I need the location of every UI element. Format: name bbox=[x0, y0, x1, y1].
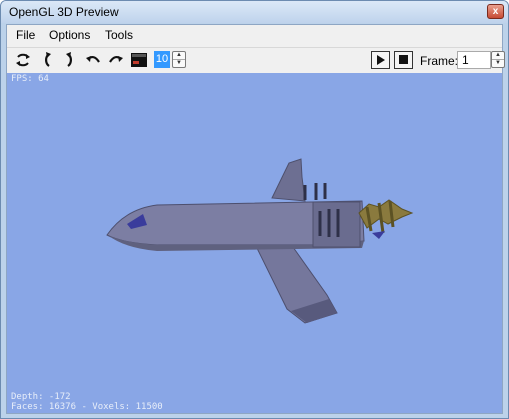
rotate-icon[interactable] bbox=[14, 51, 32, 69]
menu-file[interactable]: File bbox=[16, 28, 35, 42]
turn-left-icon[interactable] bbox=[39, 51, 57, 69]
stats-readout: Faces: 16376 - Voxels: 11500 bbox=[11, 402, 163, 412]
title-bar[interactable]: OpenGL 3D Preview x bbox=[1, 1, 508, 23]
stop-button[interactable] bbox=[394, 51, 413, 69]
frame-input[interactable]: 1 bbox=[457, 51, 491, 69]
chevron-up-icon[interactable]: ▲ bbox=[173, 52, 185, 60]
menu-bar: File Options Tools bbox=[7, 25, 502, 46]
window-title: OpenGL 3D Preview bbox=[9, 5, 119, 19]
frame-spinner[interactable]: ▲ ▼ bbox=[491, 51, 505, 68]
screen-icon[interactable] bbox=[130, 51, 148, 69]
menu-options[interactable]: Options bbox=[49, 28, 90, 42]
chevron-up-icon[interactable]: ▲ bbox=[492, 52, 504, 60]
toolbar: 10 ▲ ▼ Frame: 1 ▲ ▼ bbox=[7, 47, 505, 73]
client-area: File Options Tools 10 ▲ ▼ Frame: 1 ▲ ▼ F… bbox=[6, 24, 505, 414]
step-value[interactable]: 10 bbox=[154, 51, 170, 68]
app-window: OpenGL 3D Preview x File Options Tools 1… bbox=[0, 0, 509, 419]
undo-icon[interactable] bbox=[84, 51, 102, 69]
chevron-down-icon[interactable]: ▼ bbox=[173, 60, 185, 67]
play-button[interactable] bbox=[371, 51, 390, 69]
step-spinner[interactable]: ▲ ▼ bbox=[172, 51, 186, 68]
turn-right-icon[interactable] bbox=[60, 51, 78, 69]
depth-readout: Depth: -172 bbox=[11, 392, 71, 402]
3d-viewport[interactable]: FPS: 64 Depth: -172 Faces: 16376 - Voxel… bbox=[7, 73, 502, 413]
close-button[interactable]: x bbox=[487, 4, 504, 19]
redo-icon[interactable] bbox=[107, 51, 125, 69]
airplane-model bbox=[106, 158, 414, 324]
frame-label: Frame: bbox=[420, 54, 459, 68]
chevron-down-icon[interactable]: ▼ bbox=[492, 60, 504, 67]
menu-tools[interactable]: Tools bbox=[105, 28, 133, 42]
